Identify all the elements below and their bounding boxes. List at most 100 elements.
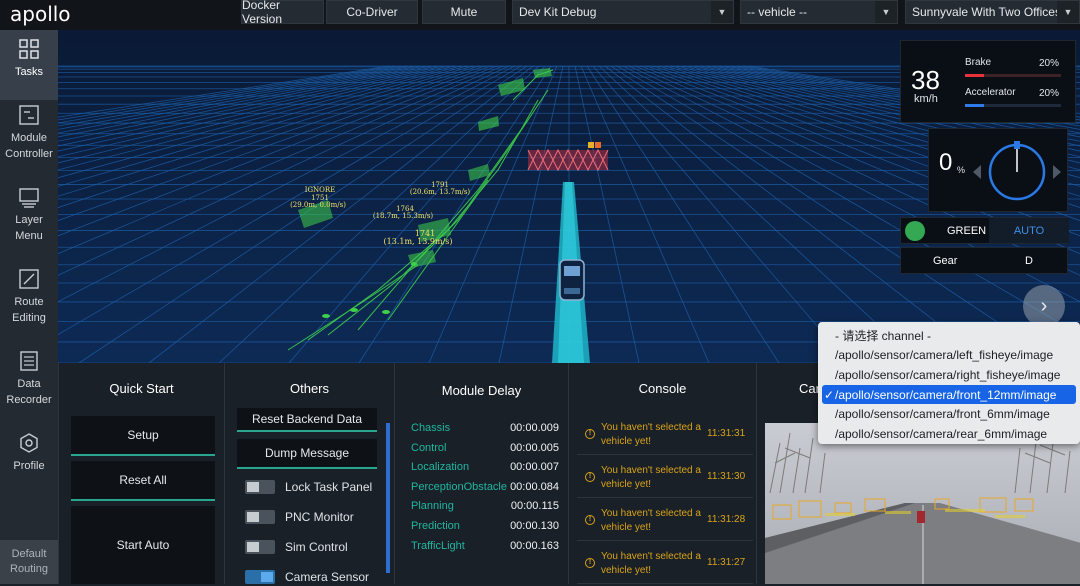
speed-unit: km/h xyxy=(914,93,938,105)
traffic-light-icon xyxy=(905,221,925,241)
console-message: You haven't selected a vehicle yet! xyxy=(601,465,701,490)
docker-version-button[interactable]: Docker Version xyxy=(241,0,324,26)
obstacle-label: (13.1m, 13.9m/s) xyxy=(384,237,453,246)
console-log-row: ! You haven't selected a vehicle yet! 11:3… xyxy=(577,458,753,498)
chevron-down-icon: ▼ xyxy=(1057,1,1079,23)
pnc-monitor-toggle[interactable] xyxy=(245,510,275,524)
sidebar-item-label: Route Editing xyxy=(12,296,46,324)
module-name: Control xyxy=(411,441,447,454)
warning-icon: ! xyxy=(585,558,595,568)
module-name: Prediction xyxy=(411,520,460,532)
camera-sensor-toggle-row[interactable]: Camera Sensor xyxy=(245,568,369,586)
accelerator-bar-fill xyxy=(965,104,985,107)
channel-option[interactable]: /apollo/sensor/camera/rear_6mm/image xyxy=(818,424,1080,444)
reset-backend-data-button[interactable]: Reset Backend Data xyxy=(237,408,377,432)
module-delay-row: PerceptionObstacle 00:00.084 xyxy=(411,481,559,493)
module-delay-value: 00:00.163 xyxy=(510,539,559,552)
lock-task-panel-toggle[interactable] xyxy=(245,480,275,494)
console-timestamp: 11:31:31 xyxy=(707,428,746,439)
scrollbar[interactable] xyxy=(386,423,390,573)
module-delay-value: 00:00.130 xyxy=(510,520,559,532)
console-timestamp: 11:31:28 xyxy=(707,514,746,525)
traffic-light-marker xyxy=(588,142,594,148)
vehicle-select[interactable]: -- vehicle -- ▼ xyxy=(740,0,898,24)
brake-bar-fill xyxy=(965,74,985,77)
others-panel: Others Reset Backend Data Dump Message L… xyxy=(224,363,394,584)
sidebar-item-profile[interactable]: Profile xyxy=(0,428,58,494)
accelerator-value: 20% xyxy=(1039,88,1060,99)
sidebar-item-route-editing[interactable]: Route Editing xyxy=(0,264,58,346)
layer-menu-icon xyxy=(19,188,39,208)
default-routing-button[interactable]: Default Routing xyxy=(0,540,58,584)
brake-bar xyxy=(965,74,1061,77)
sidebar-item-layer-menu[interactable]: Layer Menu xyxy=(0,182,58,264)
toggle-label: Sim Control xyxy=(285,540,348,554)
brake-label: Brake xyxy=(965,57,992,68)
brake-value: 20% xyxy=(1039,58,1060,69)
warning-icon: ! xyxy=(585,472,595,482)
sidebar-item-label: Layer Menu xyxy=(15,214,43,242)
next-arrow-button[interactable]: › xyxy=(1023,285,1065,327)
sidebar-item-tasks[interactable]: Tasks xyxy=(0,30,58,100)
quick-start-panel: Quick Start Setup Reset All Start Auto xyxy=(58,363,224,584)
steering-wheel-icon xyxy=(973,141,1061,201)
camera-sensor-toggle[interactable] xyxy=(245,570,275,584)
channel-option-label: /apollo/sensor/camera/left_fisheye/image xyxy=(835,348,1054,363)
warning-icon: ! xyxy=(585,429,595,439)
obstacle-label: (18.7m, 15.3m/s) xyxy=(373,212,434,220)
map-select[interactable]: Sunnyvale With Two Offices ▼ xyxy=(905,0,1080,24)
speed-panel: 38 km/h Brake 20% Accelerator 20% xyxy=(900,40,1076,123)
traffic-light-marker xyxy=(595,142,601,148)
driving-mode-badge: AUTO xyxy=(989,218,1069,243)
chevron-down-icon: ▼ xyxy=(711,1,733,23)
panel-title: Car xyxy=(799,381,820,396)
channel-option[interactable]: /apollo/sensor/camera/left_fisheye/image xyxy=(818,346,1080,366)
co-driver-button[interactable]: Co-Driver xyxy=(326,0,418,24)
module-name: Localization xyxy=(411,461,470,474)
steering-panel: 0 % xyxy=(928,128,1068,212)
panel-title: Quick Start xyxy=(109,380,174,396)
channel-option[interactable]: /apollo/sensor/camera/right_fisheye/imag… xyxy=(818,365,1080,385)
channel-option[interactable]: - 请选择 channel - xyxy=(818,326,1080,346)
lock-task-panel-toggle-row[interactable]: Lock Task Panel xyxy=(245,478,372,496)
pnc-monitor-toggle-row[interactable]: PNC Monitor xyxy=(245,508,354,526)
sim-control-toggle[interactable] xyxy=(245,540,275,554)
channel-option-label: - 请选择 channel - xyxy=(835,329,932,344)
ego-vehicle xyxy=(559,259,585,301)
module-delay-row: Prediction 00:00.130 xyxy=(411,520,559,532)
console-message: You haven't selected a vehicle yet! xyxy=(601,508,701,533)
channel-dropdown-menu[interactable]: - 请选择 channel - /apollo/sensor/camera/lef… xyxy=(818,322,1080,444)
sim-control-toggle-row[interactable]: Sim Control xyxy=(245,538,348,556)
channel-option[interactable]: ✓/apollo/sensor/camera/front_12mm/image xyxy=(822,384,1076,405)
sidebar-item-module-controller[interactable]: Module Controller xyxy=(0,100,58,182)
accelerator-label: Accelerator xyxy=(965,87,1016,98)
reset-all-button[interactable]: Reset All xyxy=(71,461,215,501)
toggle-label: Camera Sensor xyxy=(285,570,370,584)
console-panel: Console ! You haven't selected a vehicle … xyxy=(568,363,756,584)
mode-select[interactable]: Dev Kit Debug ▼ xyxy=(512,0,734,24)
channel-option-label: /apollo/sensor/camera/rear_6mm/image xyxy=(835,426,1048,441)
console-log-row: ! You haven't selected a vehicle yet! 11:3… xyxy=(577,501,753,541)
setup-button[interactable]: Setup xyxy=(71,416,215,456)
steering-unit: % xyxy=(957,165,966,175)
module-delay-value: 00:00.115 xyxy=(510,500,559,513)
top-bar: apollo Docker Version Co-Driver Mute Dev… xyxy=(0,0,1080,30)
apollo-logo: apollo xyxy=(10,2,71,26)
module-delay-row: Planning 00:00.115 xyxy=(411,500,559,512)
start-auto-button[interactable]: Start Auto xyxy=(71,506,215,584)
module-delay-row: TrafficLight 00:00.163 xyxy=(411,540,559,552)
module-delay-row: Control 00:00.005 xyxy=(411,442,559,454)
chevron-down-icon: ▼ xyxy=(875,1,897,23)
signal-status: GREEN xyxy=(947,225,987,237)
module-name: Planning xyxy=(411,500,454,513)
module-delay-value: 00:00.005 xyxy=(510,441,559,454)
gear-panel: Gear D xyxy=(900,247,1068,274)
channel-option[interactable]: /apollo/sensor/camera/front_6mm/image xyxy=(818,404,1080,424)
sidebar-item-label: Module Controller xyxy=(5,132,53,160)
mute-button[interactable]: Mute xyxy=(422,0,506,24)
sidebar-item-data-recorder[interactable]: Data Recorder xyxy=(0,346,58,428)
obstacle-label: IGNORE xyxy=(305,186,336,194)
accelerator-bar xyxy=(965,104,1061,107)
mode-select-value: Dev Kit Debug xyxy=(519,5,597,19)
dump-message-button[interactable]: Dump Message xyxy=(237,439,377,469)
